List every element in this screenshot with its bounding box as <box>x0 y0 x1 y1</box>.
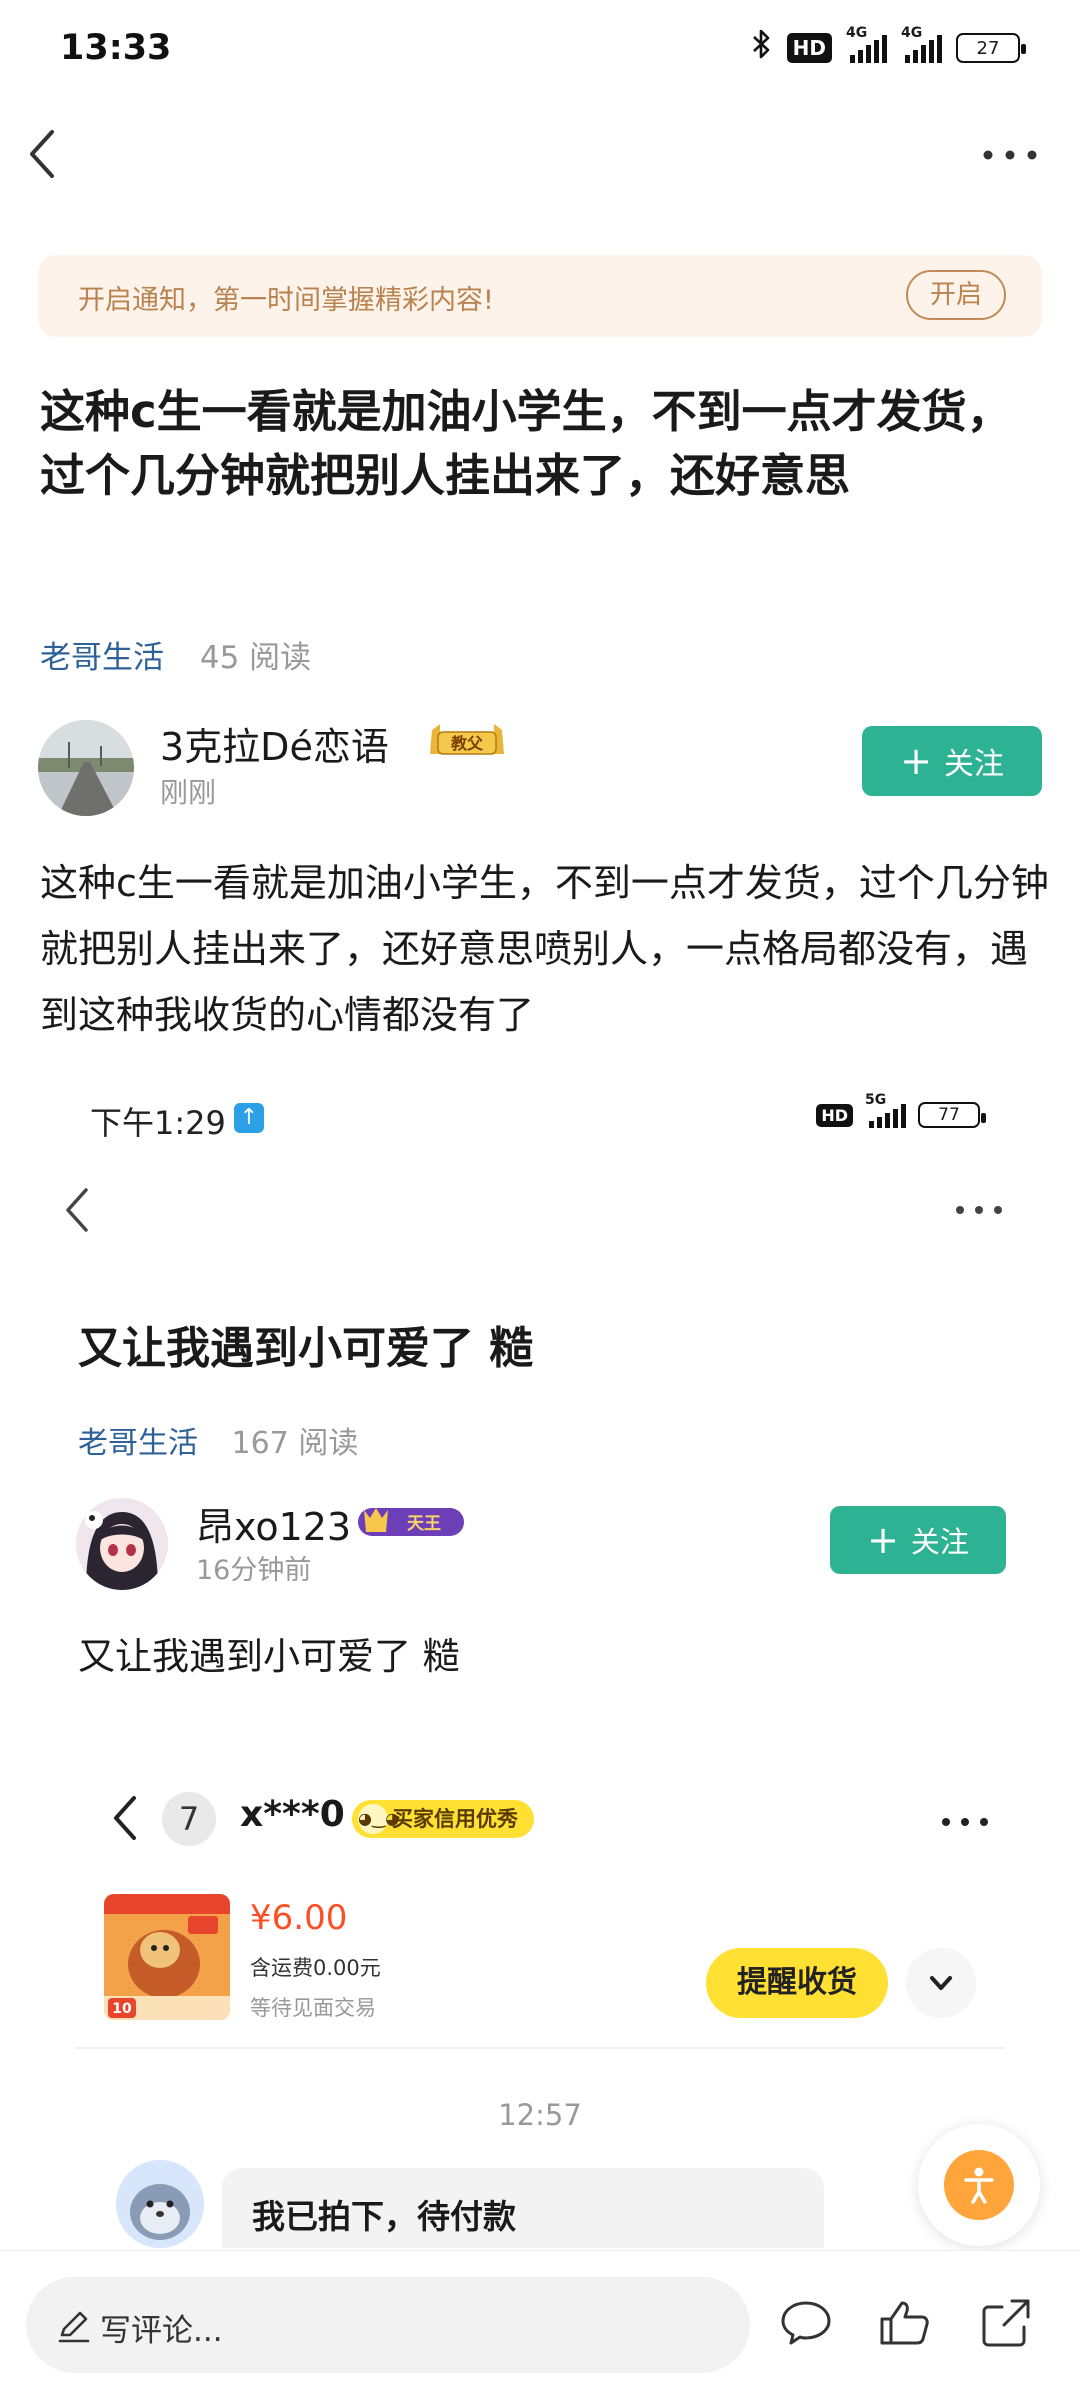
status-icons: HD 4G 4G 27 <box>751 25 1026 68</box>
embedded-chat-header: 7 x***0 ◕‿◕ 买家信用优秀 <box>110 1786 990 1856</box>
chat-username: x***0 <box>240 1794 345 1835</box>
embedded-follow-button: + 关注 <box>830 1506 1006 1574</box>
notification-text: 开启通知，第一时间掌握精彩内容! <box>78 285 494 316</box>
plus-icon: + <box>900 739 932 783</box>
remind-receipt-button: 提醒收货 <box>706 1948 888 2018</box>
accessibility-icon <box>964 2167 994 2204</box>
embedded-read-count: 167 阅读 <box>231 1426 359 1461</box>
hd-icon: HD <box>786 33 832 63</box>
order-status: 等待见面交易 <box>250 1996 376 2020</box>
comment-placeholder: 写评论... <box>100 2313 223 2349</box>
embedded-board-link: 老哥生活 <box>78 1426 198 1461</box>
bottom-comment-bar: 写评论... <box>0 2250 1080 2400</box>
comment-input[interactable]: 写评论... <box>26 2277 750 2373</box>
product-thumbnail: 10 <box>104 1894 230 2020</box>
upload-arrow-icon: ↑ <box>234 1103 264 1133</box>
embedded-nav <box>0 1170 1080 1250</box>
embedded-signal-icon: 5G <box>865 1092 906 1128</box>
post-time: 刚刚 <box>160 776 217 809</box>
embedded-author-row: 昂xo123 天王 16分钟前 + 关注 <box>76 1496 1006 1592</box>
embedded-more-icon <box>956 1206 1002 1214</box>
post-body: 这种c生一看就是加油小学生，不到一点才发货，过个几分钟就把别人挂出来了，还好意思… <box>40 861 1049 1037</box>
board-link[interactable]: 老哥生活 <box>40 640 164 676</box>
pen-icon <box>58 2311 90 2343</box>
more-options-icon[interactable] <box>980 140 1040 170</box>
embedded-post-title: 又让我遇到小可爱了 糙 <box>78 1323 534 1374</box>
battery-icon: 27 <box>956 33 1026 63</box>
embedded-hd-icon: HD <box>816 1103 853 1127</box>
bluetooth-icon <box>751 28 773 68</box>
chat-back-arrow-icon <box>114 1796 136 1840</box>
share-icon[interactable] <box>978 2295 1034 2351</box>
author-name[interactable]: 3克拉Dé恋语 <box>160 716 389 771</box>
signal-icon-2: 4G <box>901 25 942 63</box>
avatar[interactable] <box>38 720 134 816</box>
follow-button[interactable]: + 关注 <box>862 726 1042 796</box>
chat-divider <box>76 2047 1004 2049</box>
product-price: ¥6.00 <box>250 1898 348 1938</box>
svg-text:天王: 天王 <box>407 1514 441 1534</box>
post-title: 这种c生一看就是加油小学生，不到一点才发货，过个几分钟就把别人挂出来了，还好意思 <box>40 385 1012 502</box>
rank-badge: 教父 <box>430 724 504 755</box>
chevron-down-icon <box>930 1976 952 1990</box>
embedded-status-bar: 下午1:29 ↑ HD 5G 77 <box>0 1090 1080 1150</box>
signal-icon: 4G <box>846 25 887 63</box>
post-meta: 老哥生活 45 阅读 <box>40 632 311 677</box>
chat-more-icon <box>942 1818 988 1826</box>
notification-banner: 开启通知，第一时间掌握精彩内容! 开启 <box>38 255 1042 337</box>
embedded-back-arrow-icon <box>66 1188 88 1232</box>
accessibility-float-button[interactable] <box>918 2124 1040 2246</box>
chat-message: 我已拍下，待付款 <box>222 2168 824 2248</box>
embedded-post-time: 16分钟前 <box>196 1555 312 1586</box>
back-arrow-icon[interactable] <box>22 124 66 184</box>
credit-badge: ◕‿◕ 买家信用优秀 <box>352 1800 534 1838</box>
top-nav <box>0 110 1080 200</box>
embedded-rank-badge: 天王 <box>358 1508 464 1536</box>
svg-text:10: 10 <box>112 2001 132 2017</box>
embedded-author-name: 昂xo123 <box>196 1505 352 1549</box>
embedded-post-meta: 老哥生活 167 阅读 <box>78 1418 358 1462</box>
smiley-icon: ◕‿◕ <box>358 1804 399 1834</box>
chat-avatar <box>116 2160 204 2248</box>
comment-icon[interactable] <box>778 2295 834 2351</box>
unread-count-badge: 7 <box>162 1792 216 1846</box>
embedded-status-icons: HD 5G 77 <box>816 1092 986 1128</box>
author-row: 3克拉Dé恋语 教父 刚刚 + 关注 <box>38 716 1042 816</box>
like-icon[interactable] <box>876 2295 932 2351</box>
embedded-follow-label: 关注 <box>910 1525 969 1559</box>
embedded-avatar <box>76 1498 168 1590</box>
shipping-fee: 含运费0.00元 <box>250 1956 381 1980</box>
status-time: 13:33 <box>60 28 172 68</box>
status-bar: 13:33 HD 4G 4G 27 <box>0 0 1080 100</box>
embedded-post-body: 又让我遇到小可爱了 糙 <box>78 1635 460 1678</box>
embedded-battery-icon: 77 <box>918 1102 986 1128</box>
embedded-status-time: 下午1:29 <box>90 1104 226 1142</box>
svg-text:教父: 教父 <box>451 734 484 753</box>
chat-timestamp: 12:57 <box>498 2098 582 2132</box>
read-count: 45 阅读 <box>199 640 312 676</box>
expand-button <box>906 1948 976 2018</box>
enable-notification-button[interactable]: 开启 <box>906 270 1006 320</box>
embedded-plus-icon: + <box>867 1518 899 1562</box>
follow-label: 关注 <box>943 747 1004 782</box>
